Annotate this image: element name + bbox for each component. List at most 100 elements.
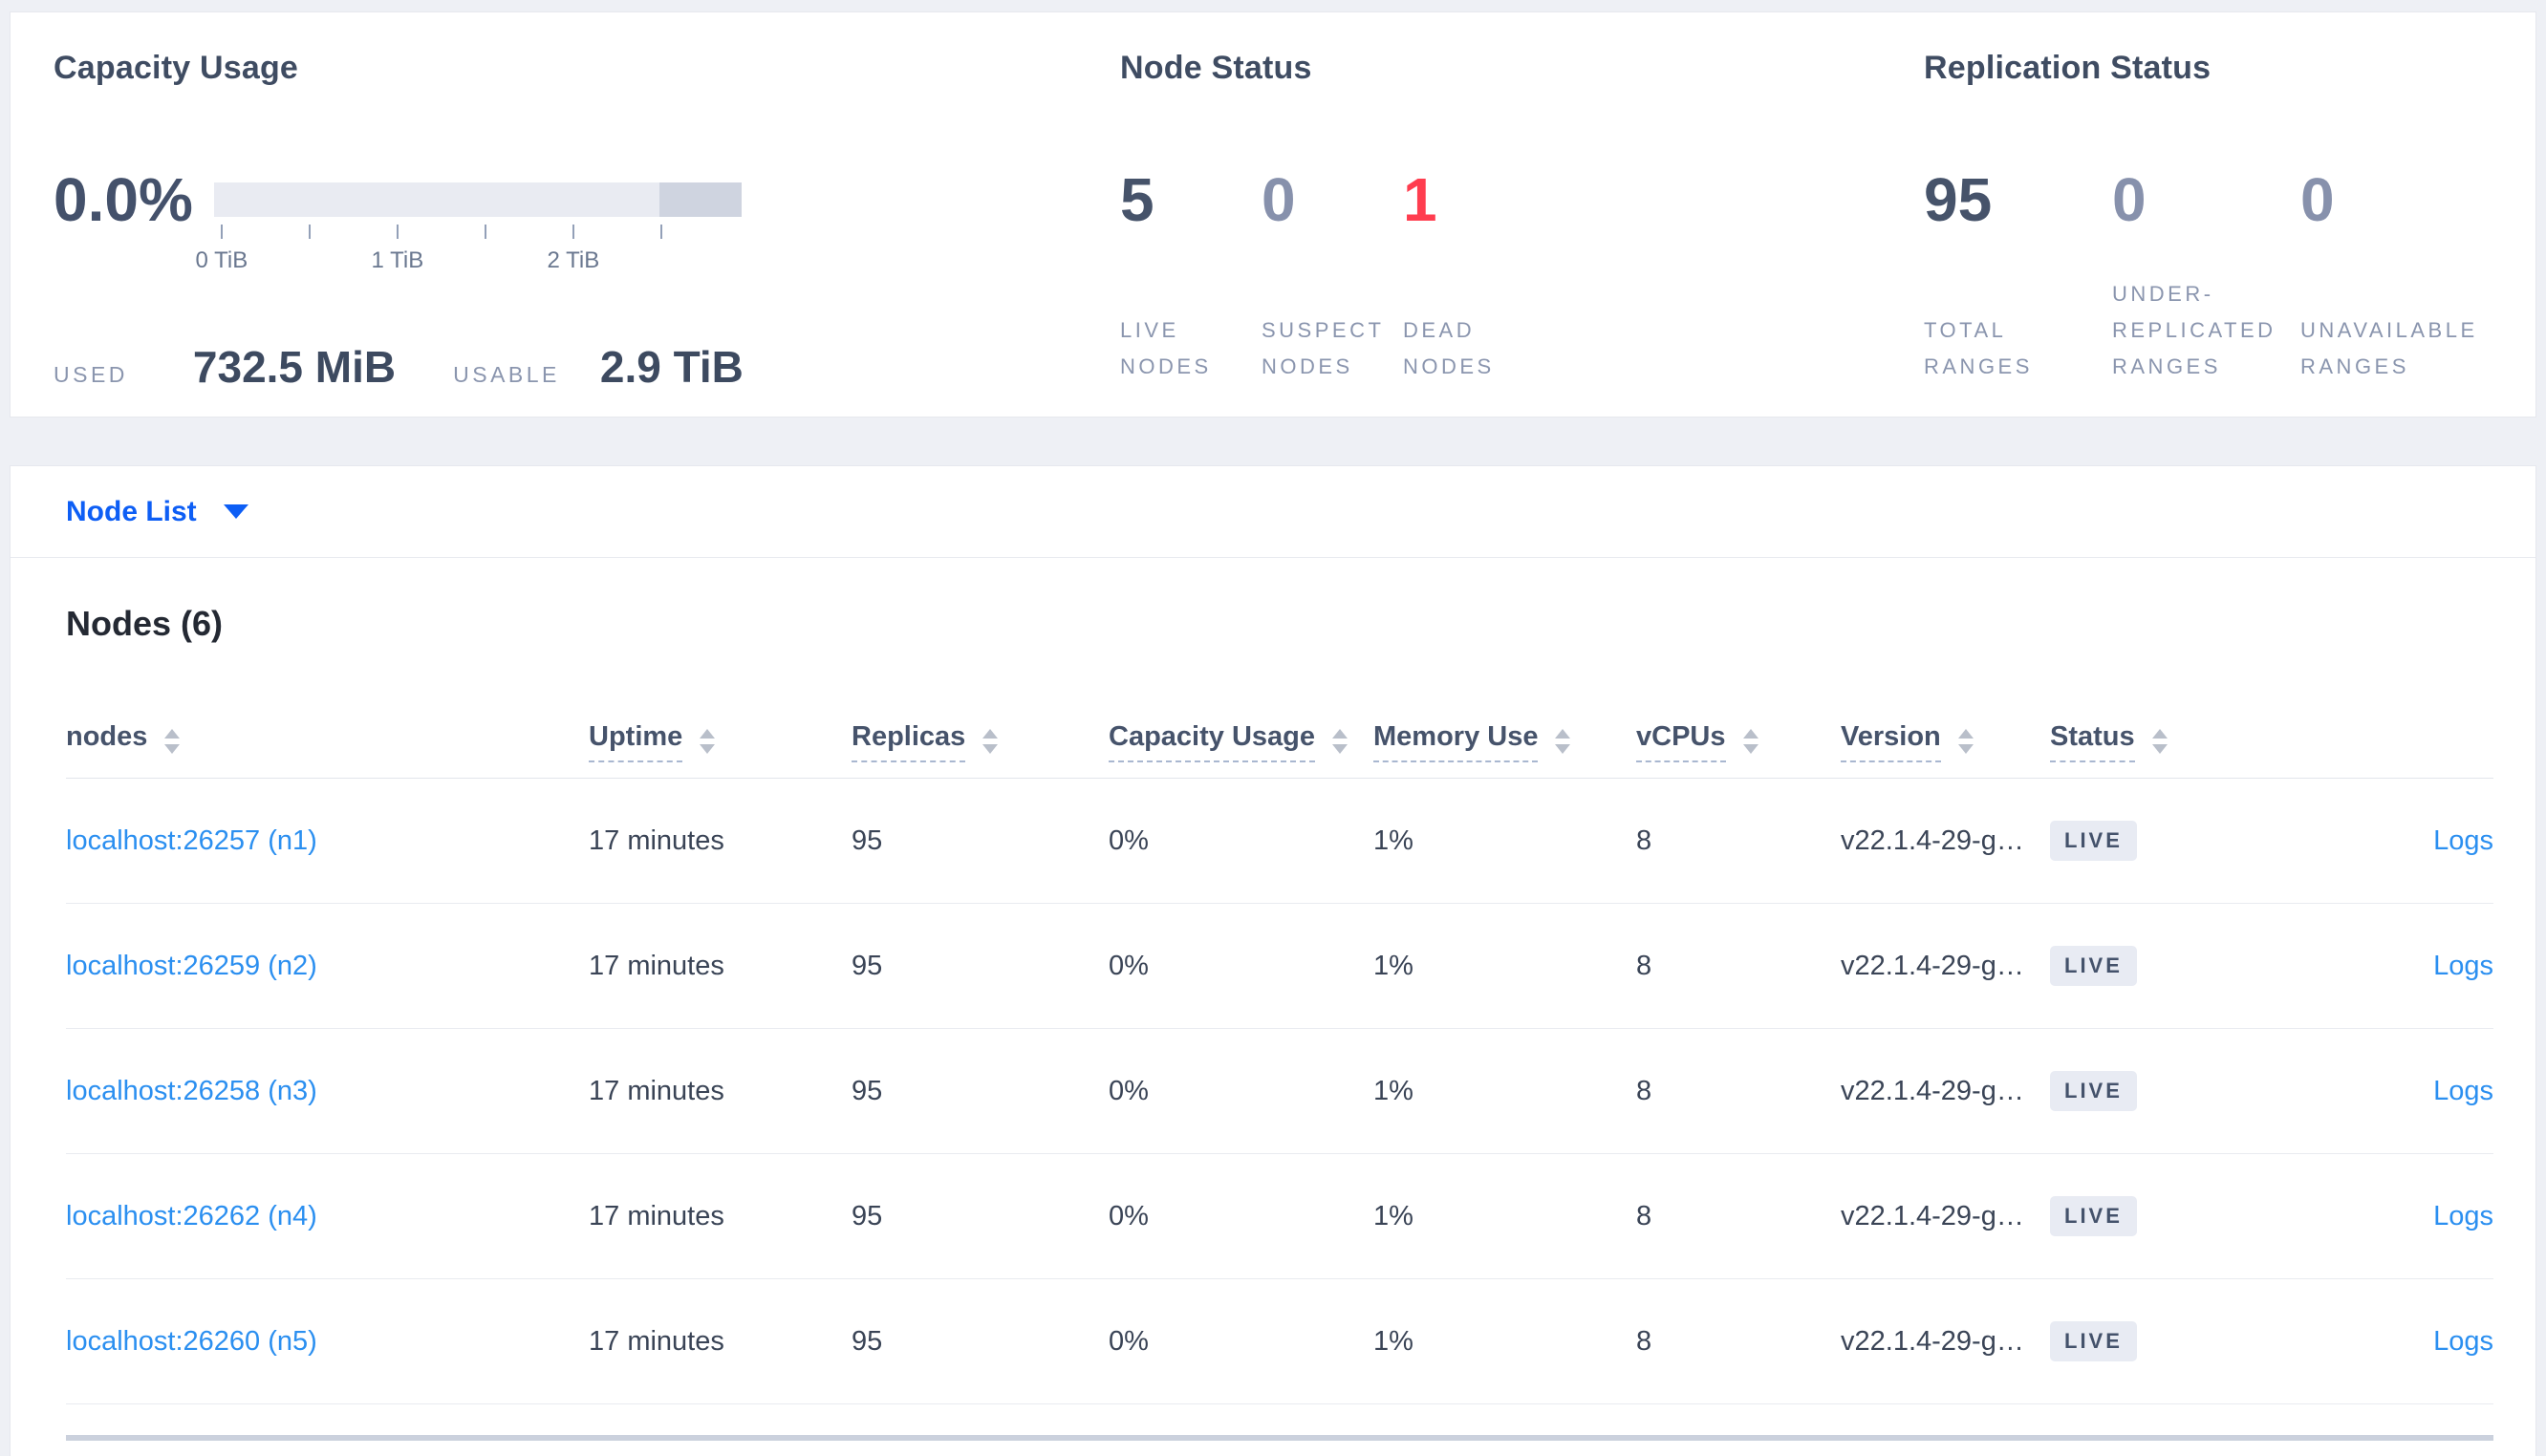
capacity-bar: 0 TiB 1 TiB 2 TiB — [196, 182, 742, 273]
logs-link[interactable]: Logs — [2433, 1076, 2493, 1106]
usable-value: 2.9 TiB — [599, 342, 744, 392]
metric-value: 0 — [1262, 165, 1296, 234]
column-header-label: Capacity Usage — [1109, 720, 1315, 762]
cell-capacity-usage: 0% — [1109, 1075, 1149, 1106]
table-row: localhost:26260 (n5) 17 minutes 95 0% 1% 8 v22… — [66, 1279, 2493, 1404]
column-header-label: Version — [1841, 720, 1941, 762]
sort-icon[interactable] — [1332, 729, 1348, 754]
view-selector-node-list[interactable]: Node List — [66, 496, 197, 528]
node-status-title: Node Status — [1120, 50, 1312, 86]
cell-capacity-usage: 0% — [1109, 950, 1149, 981]
column-header-replicas[interactable]: Replicas — [852, 720, 1109, 762]
metric-label: UNDER-REPLICATED RANGES — [2112, 282, 2276, 378]
cell-capacity-usage: 0% — [1109, 1325, 1149, 1357]
column-header-nodes[interactable]: nodes — [66, 720, 589, 762]
column-header-label: Replicas — [852, 720, 966, 762]
cell-replicas: 95 — [852, 1200, 883, 1231]
cell-memory-use: 1% — [1373, 824, 1413, 856]
capacity-axis-label: 1 TiB — [371, 247, 424, 273]
cell-uptime: 17 minutes — [589, 950, 724, 981]
sort-icon[interactable] — [1742, 729, 1758, 754]
metric-value: 5 — [1120, 165, 1154, 234]
nodes-table-title: Nodes (6) — [66, 604, 224, 643]
cell-replicas: 95 — [852, 1325, 883, 1357]
column-header-vcpus[interactable]: vCPUs — [1636, 720, 1841, 762]
cell-memory-use: 1% — [1373, 950, 1413, 981]
column-header-memory-use[interactable]: Memory Use — [1373, 720, 1636, 762]
sort-icon[interactable] — [1957, 729, 1974, 754]
node-status-section: Node Status 5 LIVE NODES 0 SUSPECT NODES 1 DE… — [1120, 51, 1885, 385]
capacity-axis-label: 0 TiB — [195, 247, 248, 273]
column-header-capacity-usage[interactable]: Capacity Usage — [1109, 720, 1373, 762]
column-header-label: Uptime — [589, 720, 683, 762]
node-status-metrics: 5 LIVE NODES 0 SUSPECT NODES 1 DEAD NODES — [1120, 169, 1885, 385]
cell-replicas: 95 — [852, 824, 883, 856]
column-header-label: nodes — [66, 721, 148, 752]
replication-status-section: Replication Status 95 TOTAL RANGES 0 UNDER-… — [1924, 51, 2535, 385]
cell-vcpus: 8 — [1636, 1200, 1652, 1231]
cell-memory-use: 1% — [1373, 1075, 1413, 1106]
node-address-link[interactable]: localhost:26260 (n5) — [66, 1326, 317, 1357]
cell-capacity-usage: 0% — [1109, 824, 1149, 856]
capacity-axis-tick — [308, 225, 311, 239]
cell-version: v22.1.4-29-g… — [1841, 824, 2024, 856]
cell-version: v22.1.4-29-g… — [1841, 1325, 2024, 1357]
logs-link[interactable]: Logs — [2433, 951, 2493, 981]
logs-link[interactable]: Logs — [2433, 1201, 2493, 1231]
metric-live-nodes: 5 LIVE NODES — [1120, 169, 1262, 385]
column-header-label: vCPUs — [1636, 720, 1726, 762]
sort-icon[interactable] — [1555, 729, 1571, 754]
node-list-card: Node List Nodes (6) nodes Uptime Replicas C… — [10, 465, 2536, 1456]
node-address-link[interactable]: localhost:26262 (n4) — [66, 1201, 317, 1231]
cell-uptime: 17 minutes — [589, 824, 724, 856]
metric-value: 1 — [1403, 165, 1437, 234]
sort-icon[interactable] — [700, 729, 716, 754]
metric-under-replicated-ranges: 0 UNDER-REPLICATED RANGES — [2112, 169, 2300, 385]
metric-value: 0 — [2300, 165, 2335, 234]
sort-icon[interactable] — [2151, 729, 2168, 754]
node-address-link[interactable]: localhost:26259 (n2) — [66, 951, 317, 981]
column-header-label: Memory Use — [1373, 720, 1539, 762]
metric-suspect-nodes: 0 SUSPECT NODES — [1262, 169, 1403, 385]
cell-uptime: 17 minutes — [589, 1325, 724, 1357]
view-selector-bar: Node List — [11, 466, 2535, 558]
metric-label: UNAVAILABLE RANGES — [2300, 318, 2478, 378]
capacity-axis-tick — [396, 225, 399, 239]
metric-value: 95 — [1924, 165, 1993, 234]
table-row: localhost:26262 (n4) 17 minutes 95 0% 1% 8 v22… — [66, 1154, 2493, 1279]
metric-total-ranges: 95 TOTAL RANGES — [1924, 169, 2112, 385]
cell-capacity-usage: 0% — [1109, 1200, 1149, 1231]
replication-status-metrics: 95 TOTAL RANGES 0 UNDER-REPLICATED RANGES 0 U… — [1924, 169, 2535, 385]
cell-memory-use: 1% — [1373, 1325, 1413, 1357]
used-label: USED — [54, 362, 128, 387]
column-header-status[interactable]: Status — [2050, 720, 2295, 762]
usable-label: USABLE — [453, 362, 560, 387]
capacity-usage-section: Capacity Usage 0.0% 0 TiB 1 TiB 2 TiB US… — [54, 51, 1057, 389]
used-value: 732.5 MiB — [192, 342, 397, 392]
nodes-table-section: Nodes (6) nodes Uptime Replicas Capacity Us… — [11, 604, 2535, 1441]
node-address-link[interactable]: localhost:26258 (n3) — [66, 1076, 317, 1106]
column-header-uptime[interactable]: Uptime — [589, 720, 852, 762]
table-section-divider — [66, 1435, 2493, 1441]
node-address-link[interactable]: localhost:26257 (n1) — [66, 825, 317, 856]
status-badge: LIVE — [2050, 946, 2137, 986]
capacity-usage-title: Capacity Usage — [54, 50, 299, 86]
capacity-axis-tick — [659, 225, 662, 239]
capacity-axis-label: 2 TiB — [547, 247, 600, 273]
caret-down-icon[interactable] — [223, 504, 248, 519]
cell-version: v22.1.4-29-g… — [1841, 950, 2024, 981]
logs-link[interactable]: Logs — [2433, 1326, 2493, 1357]
table-row: localhost:26259 (n2) 17 minutes 95 0% 1% 8 v22… — [66, 904, 2493, 1029]
metric-value: 0 — [2112, 165, 2147, 234]
logs-link[interactable]: Logs — [2433, 825, 2493, 856]
sort-icon[interactable] — [982, 729, 999, 754]
cell-vcpus: 8 — [1636, 1075, 1652, 1106]
column-header-version[interactable]: Version — [1841, 720, 2050, 762]
cell-replicas: 95 — [852, 1075, 883, 1106]
capacity-bar-usable-segment — [213, 182, 659, 217]
status-badge: LIVE — [2050, 1321, 2137, 1361]
sort-icon[interactable] — [164, 729, 181, 754]
metric-unavailable-ranges: 0 UNAVAILABLE RANGES — [2300, 169, 2489, 385]
cluster-summary-card: Capacity Usage 0.0% 0 TiB 1 TiB 2 TiB US… — [10, 11, 2536, 418]
capacity-axis-tick — [220, 225, 223, 239]
